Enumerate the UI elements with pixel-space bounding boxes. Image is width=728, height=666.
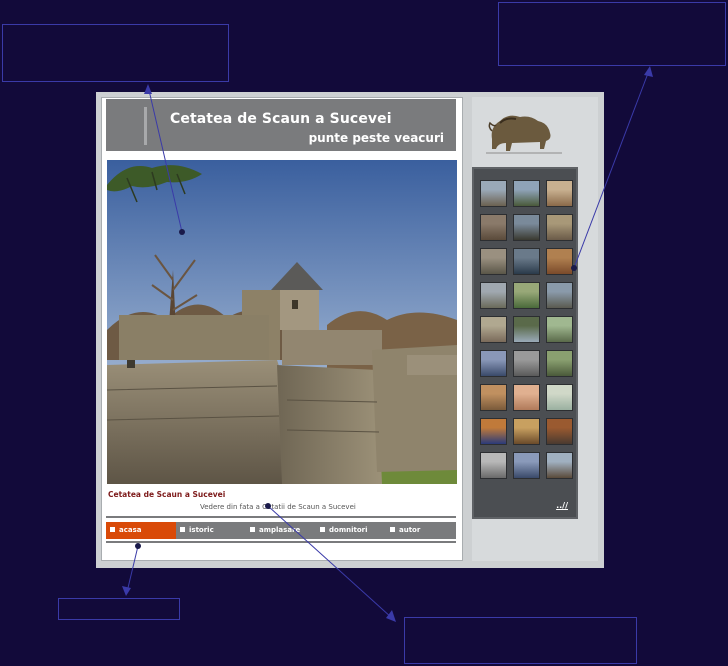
bullet-square-icon <box>320 526 325 532</box>
thumbnail-20[interactable] <box>513 384 540 411</box>
photo-caption-description: Vedere din fata a Cetatii de Scaun a Suc… <box>200 503 356 511</box>
thumbnail-23[interactable] <box>513 418 540 445</box>
thumbnail-gallery: ..// <box>472 167 578 519</box>
nav-item-label: autor <box>399 526 421 534</box>
thumbnail-22[interactable] <box>480 418 507 445</box>
thumbnail-9[interactable] <box>546 248 573 275</box>
annotation-box-gallery <box>498 2 726 66</box>
annotation-box-header <box>2 24 229 82</box>
bullet-square-icon <box>250 526 255 532</box>
sidebar: ..// <box>472 97 598 561</box>
thumbnail-14[interactable] <box>513 316 540 343</box>
header-bar: Cetatea de Scaun a Sucevei punte peste v… <box>106 99 456 151</box>
thumbnail-26[interactable] <box>513 452 540 479</box>
nav-item-amplasare[interactable]: amplasare <box>246 522 316 539</box>
nav-item-istoric[interactable]: istoric <box>176 522 246 539</box>
fortress-photo-image <box>107 160 457 484</box>
thumbnail-16[interactable] <box>480 350 507 377</box>
thumbnail-11[interactable] <box>513 282 540 309</box>
nav-top-rule <box>106 516 456 518</box>
gallery-more-link[interactable]: ..// <box>556 501 568 510</box>
nav-bottom-rule <box>106 541 456 543</box>
page-subtitle: punte peste veacuri <box>308 131 444 145</box>
nav-item-autor[interactable]: autor <box>386 522 456 539</box>
thumbnail-17[interactable] <box>513 350 540 377</box>
thumbnail-12[interactable] <box>546 282 573 309</box>
nav-item-label: amplasare <box>259 526 301 534</box>
bullet-square-icon <box>110 526 115 532</box>
main-nav: acasa istoric amplasare domnitori autor <box>106 522 456 539</box>
thumbnail-19[interactable] <box>480 384 507 411</box>
thumbnail-18[interactable] <box>546 350 573 377</box>
thumbnail-1[interactable] <box>480 180 507 207</box>
nav-item-label: istoric <box>189 526 214 534</box>
header-accent <box>144 107 147 145</box>
thumbnail-24[interactable] <box>546 418 573 445</box>
thumbnail-15[interactable] <box>546 316 573 343</box>
thumbnail-13[interactable] <box>480 316 507 343</box>
thumbnail-8[interactable] <box>513 248 540 275</box>
nav-item-label: acasa <box>119 526 142 534</box>
nav-item-label: domnitori <box>329 526 368 534</box>
nav-item-acasa[interactable]: acasa <box>106 522 176 539</box>
page-title: Cetatea de Scaun a Sucevei <box>170 111 392 127</box>
page-frame: Cetatea de Scaun a Sucevei punte peste v… <box>96 92 604 568</box>
thumbnail-6[interactable] <box>546 214 573 241</box>
thumbnail-27[interactable] <box>546 452 573 479</box>
main-photo <box>107 160 457 484</box>
nav-item-domnitori[interactable]: domnitori <box>316 522 386 539</box>
thumbnail-5[interactable] <box>513 214 540 241</box>
thumbnail-4[interactable] <box>480 214 507 241</box>
thumbnail-10[interactable] <box>480 282 507 309</box>
bullet-square-icon <box>180 526 185 532</box>
thumbnail-7[interactable] <box>480 248 507 275</box>
bullet-square-icon <box>390 526 395 532</box>
thumbnail-25[interactable] <box>480 452 507 479</box>
annotation-box-caption <box>404 617 637 664</box>
thumbnail-3[interactable] <box>546 180 573 207</box>
annotation-box-nav <box>58 598 180 620</box>
photo-caption-title: Cetatea de Scaun a Sucevei <box>108 490 226 499</box>
bison-logo-icon <box>486 115 562 154</box>
thumbnail-21[interactable] <box>546 384 573 411</box>
thumbnail-2[interactable] <box>513 180 540 207</box>
